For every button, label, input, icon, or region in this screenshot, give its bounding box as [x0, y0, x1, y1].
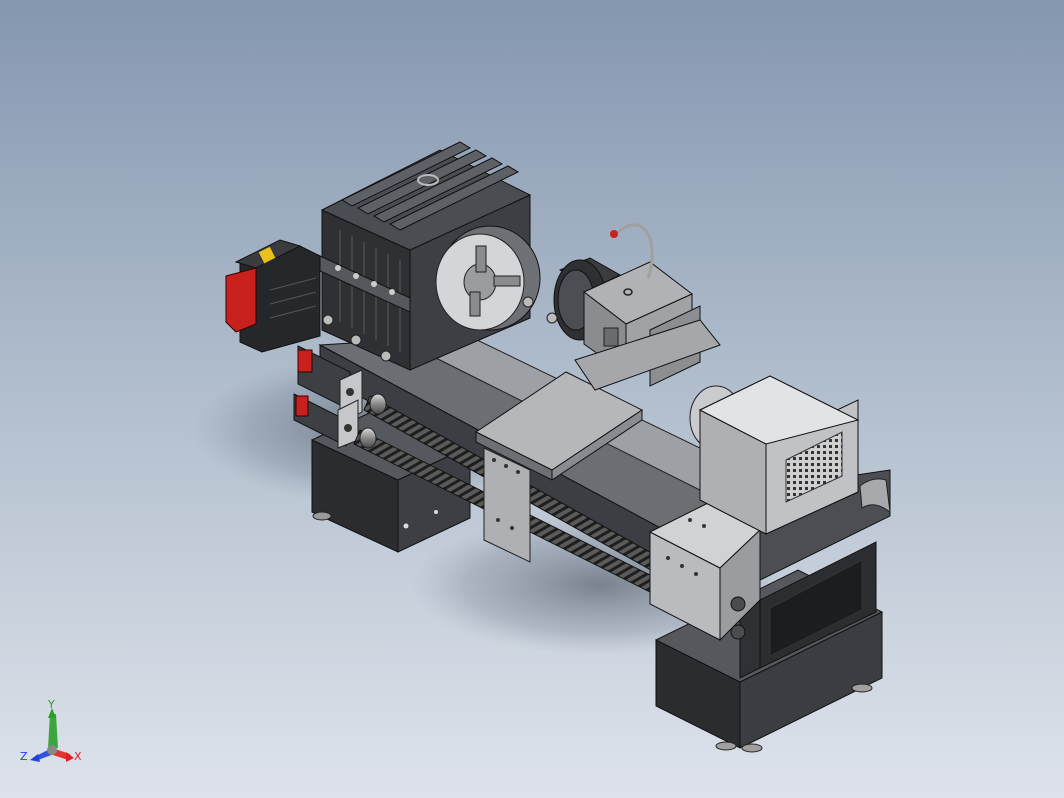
y-axis-label: Y [47, 700, 55, 711]
z-axis-label: Z [20, 750, 28, 763]
orientation-triad[interactable]: Y X Z [14, 700, 94, 780]
graphics-viewport[interactable]: Y X Z [0, 0, 1064, 798]
servo-motor[interactable] [225, 239, 321, 353]
tool-turret[interactable] [553, 223, 721, 391]
lathe-model-view[interactable] [0, 0, 1064, 798]
x-axis-label: X [74, 750, 82, 763]
